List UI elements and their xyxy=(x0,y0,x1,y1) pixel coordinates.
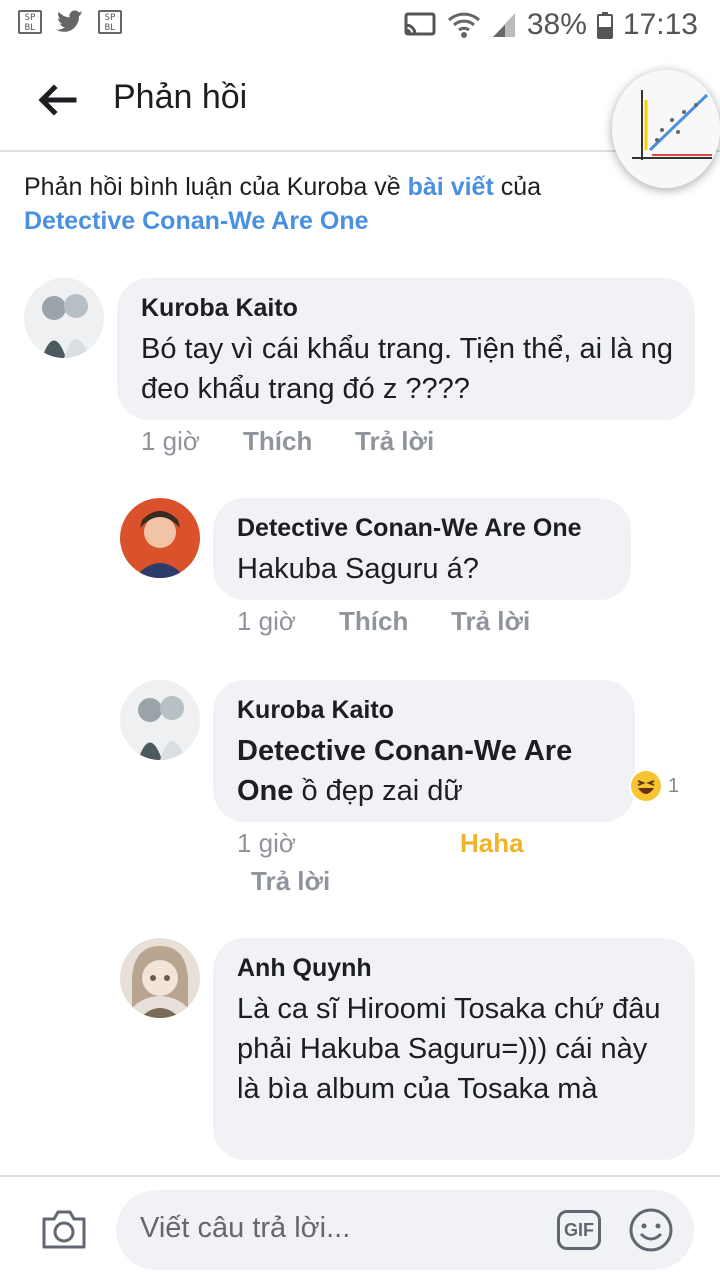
gif-label: GIF xyxy=(564,1220,594,1240)
avatar[interactable] xyxy=(120,498,200,578)
comment-bubble[interactable]: Kuroba Kaito Bó tay vì cái khẩu trang. T… xyxy=(117,278,695,420)
reply-button[interactable]: Trả lời xyxy=(251,866,330,897)
haha-reaction-button[interactable]: Haha xyxy=(460,828,524,859)
app-badge-icon: SP BL xyxy=(98,10,122,34)
back-arrow-icon[interactable] xyxy=(34,78,78,122)
comment-author[interactable]: Anh Quynh xyxy=(237,954,673,983)
avatar[interactable] xyxy=(120,938,200,1018)
avatar-page-icon xyxy=(120,498,200,578)
reply-input[interactable]: Viết câu trả lời... GIF xyxy=(116,1190,694,1270)
haha-emoji-icon xyxy=(629,769,663,803)
comment-text: Bó tay vì cái khẩu trang. Tiện thể, ai l… xyxy=(141,333,673,405)
avatar-anime-icon xyxy=(24,278,104,358)
battery-icon xyxy=(596,12,613,39)
page-title: Phản hồi xyxy=(113,78,248,116)
gif-button[interactable]: GIF xyxy=(557,1210,601,1250)
comment-bubble[interactable]: Anh Quynh Là ca sĩ Hiroomi Tosaka chứ đâ… xyxy=(213,938,695,1160)
comment-author[interactable]: Kuroba Kaito xyxy=(141,294,673,323)
reaction-summary[interactable]: 1 xyxy=(628,768,679,804)
reply-composer: Viết câu trả lời... GIF xyxy=(0,1175,720,1282)
wifi-icon xyxy=(447,12,480,38)
reply-context: Phản hồi bình luận của Kuroba về bài viế… xyxy=(24,173,542,235)
avatar-girl-icon xyxy=(120,938,200,1018)
comment-time: 1 giờ xyxy=(141,426,200,456)
clock: 17:13 xyxy=(622,8,698,41)
reaction-count: 1 xyxy=(668,774,680,797)
app-badge-icon: SP BL xyxy=(18,10,42,34)
page-link[interactable]: Detective Conan-We Are One xyxy=(24,207,369,235)
post-link[interactable]: bài viết xyxy=(408,173,494,201)
comment-bubble[interactable]: Detective Conan-We Are One Hakuba Saguru… xyxy=(213,498,631,600)
reply-placeholder: Viết câu trả lời... xyxy=(140,1212,351,1244)
avatar[interactable] xyxy=(24,278,104,358)
camera-icon[interactable] xyxy=(40,1207,88,1251)
emoji-icon[interactable] xyxy=(628,1207,674,1253)
avatar[interactable] xyxy=(120,680,200,760)
comment-author[interactable]: Kuroba Kaito xyxy=(237,696,613,725)
like-button[interactable]: Thích xyxy=(339,606,408,637)
signal-icon xyxy=(492,13,515,37)
avatar-anime-icon xyxy=(120,680,200,760)
comment-time: 1 giờ xyxy=(237,606,296,636)
reply-button[interactable]: Trả lời xyxy=(451,606,530,637)
comment-author[interactable]: Detective Conan-We Are One xyxy=(237,514,609,543)
comment-text: ồ đẹp zai dữ xyxy=(293,775,463,807)
twitter-icon xyxy=(56,10,83,32)
cast-icon xyxy=(404,12,436,36)
status-bar: SP BL SP BL 38% 17:13 xyxy=(0,0,720,50)
comment-text: Là ca sĩ Hiroomi Tosaka chứ đâu phải Hak… xyxy=(237,993,661,1105)
like-button[interactable]: Thích xyxy=(243,426,312,457)
comment-time: 1 giờ xyxy=(237,828,296,858)
comment-bubble[interactable]: Kuroba Kaito Detective Conan-We Are One … xyxy=(213,680,635,822)
battery-percent: 38% xyxy=(526,8,587,41)
reply-button[interactable]: Trả lời xyxy=(355,426,434,457)
comment-text: Hakuba Saguru á? xyxy=(237,553,479,585)
